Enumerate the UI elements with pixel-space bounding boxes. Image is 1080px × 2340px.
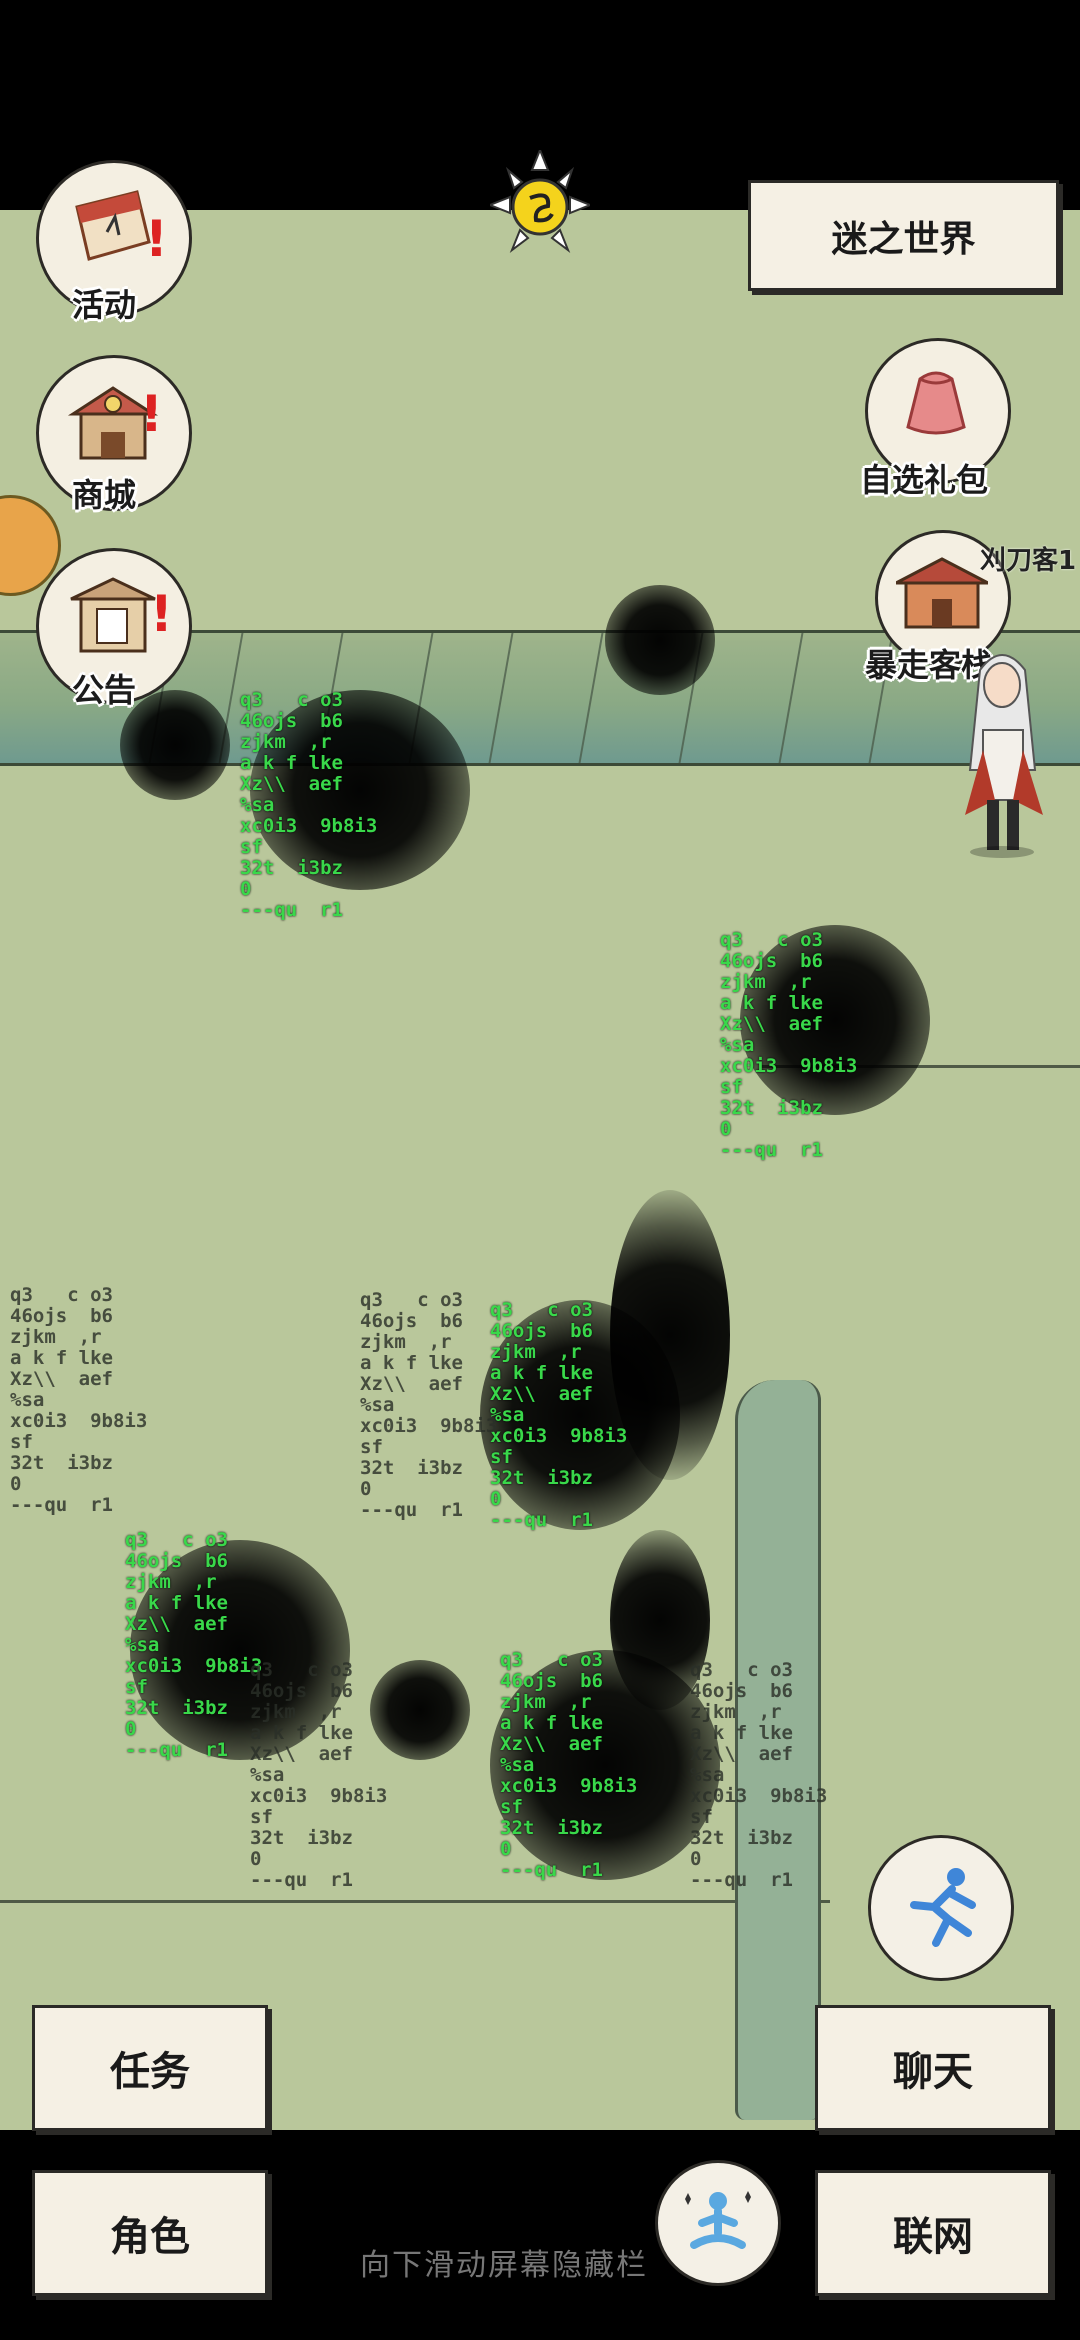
run-button[interactable]	[868, 1835, 1014, 1981]
role-button[interactable]: 角色	[32, 2170, 268, 2296]
meditate-button[interactable]	[655, 2160, 781, 2286]
glitch-text: q3 c o3 46ojs b6 zjkm ,r a k f lke Xz\\ …	[125, 1529, 263, 1761]
meditate-icon	[685, 2191, 751, 2249]
glitch-text: q3 c o3 46ojs b6 zjkm ,r a k f lke Xz\\ …	[500, 1649, 638, 1881]
glitch-text: q3 c o3 46ojs b6 zjkm ,r a k f lke Xz\\ …	[720, 929, 858, 1161]
shop-alert-icon: !	[140, 385, 163, 443]
swipe-hint: 向下滑动屏幕隐藏栏	[360, 2248, 648, 2283]
glitch-text: q3 c o3 46ojs b6 zjkm ,r a k f lke Xz\\ …	[250, 1659, 388, 1891]
notice-label: 公告	[72, 671, 137, 709]
glitch-text: q3 c o3 46ojs b6 zjkm ,r a k f lke Xz\\ …	[10, 1284, 148, 1516]
chat-button[interactable]: 聊天	[815, 2005, 1051, 2131]
road-line	[0, 1900, 830, 1903]
gift-bag-icon	[906, 371, 966, 435]
glitch-text: q3 c o3 46ojs b6 zjkm ,r a k f lke Xz\\ …	[240, 689, 378, 921]
activity-label: 活动	[72, 286, 137, 324]
glitch-blob	[605, 585, 715, 695]
network-button[interactable]: 联网	[815, 2170, 1051, 2296]
glitch-text: q3 c o3 46ojs b6 zjkm ,r a k f lke Xz\\ …	[690, 1659, 828, 1891]
inn-icon	[896, 557, 988, 629]
shop-label: 商城	[72, 476, 137, 514]
player-nameplate: 刈刀客1	[980, 546, 1077, 576]
game-screen: q3 c o3 46ojs b6 zjkm ,r a k f lke Xz\\ …	[0, 0, 1080, 2340]
notice-alert-icon: !	[150, 585, 173, 643]
notice-board-icon	[70, 577, 156, 653]
gift-pack-label: 自选礼包	[860, 461, 989, 499]
world-button[interactable]: 迷之世界	[748, 180, 1059, 291]
glitch-text: q3 c o3 46ojs b6 zjkm ,r a k f lke Xz\\ …	[490, 1299, 628, 1531]
sun-icon[interactable]	[487, 147, 593, 260]
player-character[interactable]	[955, 640, 1050, 860]
activity-alert-icon: !	[145, 210, 168, 268]
glitch-blob	[120, 690, 230, 800]
task-button[interactable]: 任务	[32, 2005, 268, 2131]
glitch-text: q3 c o3 46ojs b6 zjkm ,r a k f lke Xz\\ …	[360, 1289, 498, 1521]
run-icon	[910, 1868, 976, 1947]
